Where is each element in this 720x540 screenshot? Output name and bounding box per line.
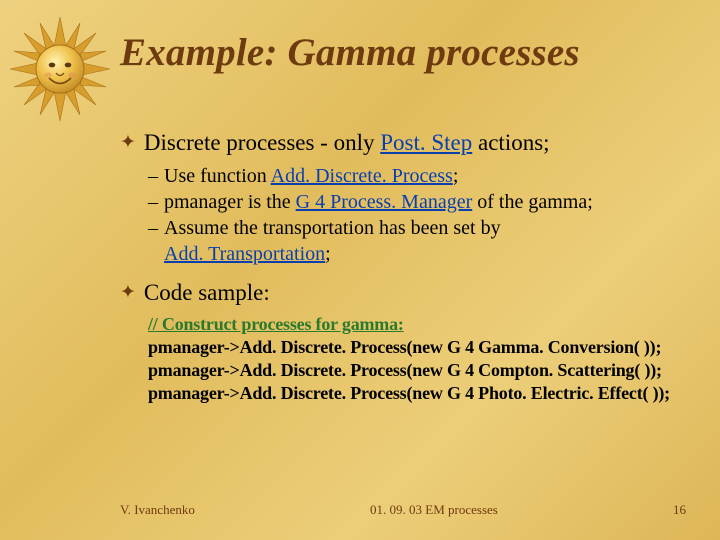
footer-author: V. Ivanchenko — [120, 502, 195, 518]
link-adddiscreteprocess[interactable]: Add. Discrete. Process — [271, 165, 453, 187]
link-addtransportation[interactable]: Add. Transportation — [164, 243, 325, 265]
footer: V. Ivanchenko 01. 09. 03 EM processes 16 — [120, 502, 686, 518]
text-fragment: Discrete processes - only — [144, 130, 380, 155]
sub-bullet: – pmanager is the G 4 Process. Manager o… — [148, 189, 686, 215]
bullet-discrete-processes: ✦ Discrete processes - only Post. Step a… — [120, 129, 686, 157]
bullet-icon: ✦ — [120, 129, 136, 157]
sub-text: pmanager is the G 4 Process. Manager of … — [164, 189, 686, 215]
text-fragment: ; — [453, 165, 459, 187]
slide-body: Example: Gamma processes ✦ Discrete proc… — [0, 0, 720, 540]
sub-text: Use function Add. Discrete. Process; — [164, 163, 686, 189]
text-fragment: Assume the transportation has been set b… — [164, 217, 501, 239]
text-fragment: pmanager is the — [164, 191, 296, 213]
bullet-text: Discrete processes - only Post. Step act… — [144, 129, 686, 157]
code-line: pmanager->Add. Discrete. Process(new G 4… — [148, 336, 686, 359]
code-line: pmanager->Add. Discrete. Process(new G 4… — [148, 382, 686, 405]
slide-title: Example: Gamma processes — [120, 30, 686, 75]
sub-bullet: – Use function Add. Discrete. Process; — [148, 163, 686, 189]
code-line: pmanager->Add. Discrete. Process(new G 4… — [148, 359, 686, 382]
dash-icon: – — [148, 189, 164, 215]
text-fragment: ; — [325, 243, 331, 265]
code-line-comment: // Construct processes for gamma: — [148, 313, 686, 336]
bullet-code-sample: ✦ Code sample: — [120, 279, 686, 307]
sub-text: Assume the transportation has been set b… — [164, 215, 686, 267]
text-fragment: of the gamma; — [472, 191, 593, 213]
sub-bullets: – Use function Add. Discrete. Process; –… — [148, 163, 686, 267]
code-comment: // Construct processes for gamma: — [148, 314, 404, 334]
text-fragment: Use function — [164, 165, 271, 187]
link-g4processmanager[interactable]: G 4 Process. Manager — [296, 191, 473, 213]
dash-icon: – — [148, 163, 164, 189]
text-fragment: actions; — [472, 130, 549, 155]
footer-page-number: 16 — [673, 502, 686, 518]
code-block: // Construct processes for gamma: pmanag… — [148, 313, 686, 405]
dash-icon: – — [148, 215, 164, 241]
bullet-text: Code sample: — [144, 279, 686, 307]
footer-date-topic: 01. 09. 03 EM processes — [370, 502, 498, 518]
link-poststep[interactable]: Post. Step — [380, 130, 472, 155]
sub-bullet: – Assume the transportation has been set… — [148, 215, 686, 267]
bullet-icon: ✦ — [120, 279, 136, 307]
